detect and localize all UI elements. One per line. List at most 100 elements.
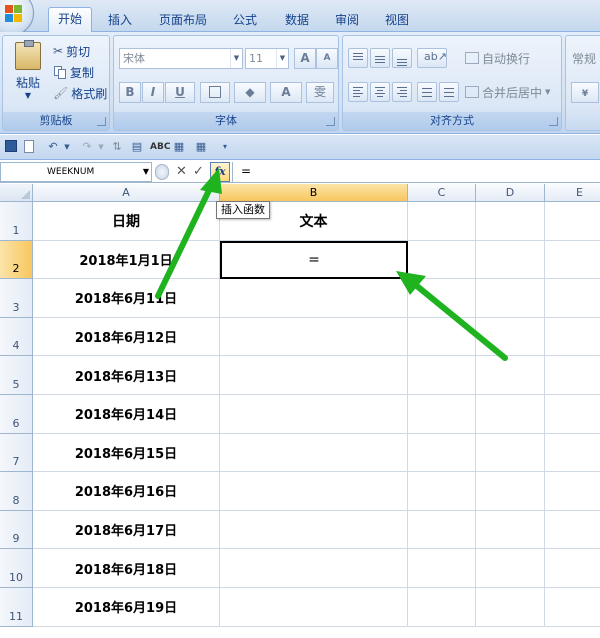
table-cell[interactable] xyxy=(545,472,600,511)
enter-checkmark-icon[interactable]: ✓ xyxy=(193,163,204,181)
print-preview-icon[interactable]: ▤ xyxy=(130,140,144,154)
table-cell[interactable]: 2018年6月11日 xyxy=(33,279,220,318)
table-cell[interactable] xyxy=(545,549,600,588)
row-header[interactable]: 6 xyxy=(0,395,33,434)
table-cell[interactable]: 2018年1月1日 xyxy=(33,240,220,280)
column-header-b[interactable]: B xyxy=(220,184,408,202)
table-cell[interactable]: 2018年6月19日 xyxy=(33,588,220,627)
row-header[interactable]: 2 xyxy=(0,240,33,280)
new-file-icon[interactable] xyxy=(24,140,38,154)
table-cell[interactable]: 2018年6月18日 xyxy=(33,549,220,588)
column-header-c[interactable]: C xyxy=(408,184,476,202)
sort-icon[interactable]: ⇅ xyxy=(110,140,124,154)
table-cell[interactable] xyxy=(408,240,476,280)
underline-button[interactable]: U xyxy=(165,82,195,103)
table-cell[interactable] xyxy=(408,356,476,395)
decrease-indent-button[interactable] xyxy=(417,82,437,102)
row-header[interactable]: 8 xyxy=(0,472,33,511)
column-header-d[interactable]: D xyxy=(476,184,545,202)
tab-page-layout[interactable]: 页面布局 xyxy=(152,9,214,32)
table-cell[interactable] xyxy=(408,202,476,241)
font-color-button[interactable]: A xyxy=(270,82,302,103)
tab-formulas[interactable]: 公式 xyxy=(226,9,264,32)
table-cell[interactable] xyxy=(408,588,476,627)
accounting-format-button[interactable]: ¥ xyxy=(571,82,599,103)
table-cell[interactable] xyxy=(476,356,545,395)
table-cell[interactable]: 日期 xyxy=(33,202,220,241)
insert-function-button[interactable]: fx xyxy=(210,162,230,182)
table-cell[interactable]: 2018年6月13日 xyxy=(33,356,220,395)
table-cell[interactable] xyxy=(545,588,600,627)
align-bottom-button[interactable] xyxy=(392,48,412,68)
table-cell[interactable] xyxy=(408,279,476,318)
table-cell[interactable]: 2018年6月17日 xyxy=(33,510,220,550)
row-header[interactable]: 7 xyxy=(0,433,33,473)
table-cell[interactable] xyxy=(220,317,408,357)
dialog-launcher-icon[interactable] xyxy=(326,117,335,126)
borders-button[interactable] xyxy=(200,82,230,103)
row-header[interactable]: 10 xyxy=(0,549,33,588)
cancel-icon[interactable]: ✕ xyxy=(176,163,187,181)
table-cell[interactable] xyxy=(220,433,408,473)
table-cell[interactable] xyxy=(545,395,600,434)
table-cell[interactable] xyxy=(220,588,408,627)
table-cell[interactable] xyxy=(408,395,476,434)
font-name-combo[interactable]: 宋体 ▼ xyxy=(119,48,243,69)
orientation-button[interactable]: ab↗ xyxy=(417,48,447,68)
table-cell[interactable] xyxy=(545,434,600,473)
table-cell[interactable] xyxy=(545,356,600,395)
table-cell[interactable] xyxy=(476,510,545,550)
chevron-down-icon[interactable]: ▼ xyxy=(60,140,74,154)
table-cell[interactable] xyxy=(408,472,476,511)
row-header[interactable]: 4 xyxy=(0,317,33,357)
formula-bar-splitter[interactable] xyxy=(155,164,169,180)
fill-color-button[interactable]: ◆ xyxy=(234,82,266,103)
phonetic-button[interactable]: 雯 xyxy=(306,82,334,103)
table-cell[interactable]: 2018年6月15日 xyxy=(33,433,220,473)
table-cell[interactable] xyxy=(545,202,600,241)
align-center-button[interactable] xyxy=(370,82,390,102)
tab-data[interactable]: 数据 xyxy=(278,9,316,32)
bold-button[interactable]: B xyxy=(119,82,141,103)
table-cell[interactable]: 2018年6月14日 xyxy=(33,395,220,434)
table-cell[interactable] xyxy=(408,317,476,357)
column-header-e[interactable]: E xyxy=(545,184,600,202)
align-right-button[interactable] xyxy=(392,82,412,102)
row-header[interactable]: 11 xyxy=(0,588,33,627)
table-cell[interactable] xyxy=(476,279,545,318)
align-middle-button[interactable] xyxy=(370,48,390,68)
wrap-text-button[interactable]: 自动换行 xyxy=(465,48,530,68)
tab-insert[interactable]: 插入 xyxy=(100,9,140,32)
italic-button[interactable]: I xyxy=(142,82,164,103)
table-cell[interactable]: 2018年6月16日 xyxy=(33,472,220,511)
active-cell[interactable]: = xyxy=(220,240,408,280)
table-cell[interactable] xyxy=(220,472,408,511)
document-icon[interactable]: ▦ xyxy=(172,140,186,154)
select-all-button[interactable] xyxy=(0,184,33,202)
number-format-combo[interactable]: 常规 xyxy=(572,48,596,68)
row-header[interactable]: 5 xyxy=(0,356,33,395)
cut-button[interactable]: ✂ 剪切 xyxy=(53,41,90,61)
table-cell[interactable] xyxy=(408,433,476,473)
font-size-combo[interactable]: 11 ▼ xyxy=(245,48,289,69)
spelling-icon[interactable]: ABC xyxy=(150,140,170,154)
dialog-launcher-icon[interactable] xyxy=(549,117,558,126)
table-cell[interactable] xyxy=(476,433,545,473)
grow-font-button[interactable]: A xyxy=(294,48,316,69)
align-left-button[interactable] xyxy=(348,82,368,102)
table-cell[interactable] xyxy=(476,549,545,588)
chevron-down-icon[interactable]: ▼ xyxy=(94,140,108,154)
undo-icon[interactable]: ↶ xyxy=(46,140,60,154)
row-header[interactable]: 1 xyxy=(0,202,33,241)
column-header-a[interactable]: A xyxy=(33,184,220,202)
format-painter-button[interactable]: 🖌 格式刷 xyxy=(53,83,107,103)
align-top-button[interactable] xyxy=(348,48,368,68)
redo-icon[interactable]: ↷ xyxy=(80,140,94,154)
table-cell[interactable]: 2018年6月12日 xyxy=(33,317,220,357)
table-cell[interactable] xyxy=(220,279,408,318)
copy-button[interactable]: 复制 xyxy=(53,62,94,82)
table-cell[interactable] xyxy=(408,549,476,588)
table-cell[interactable] xyxy=(545,241,600,280)
dialog-launcher-icon[interactable] xyxy=(97,117,106,126)
office-button[interactable] xyxy=(0,0,34,36)
